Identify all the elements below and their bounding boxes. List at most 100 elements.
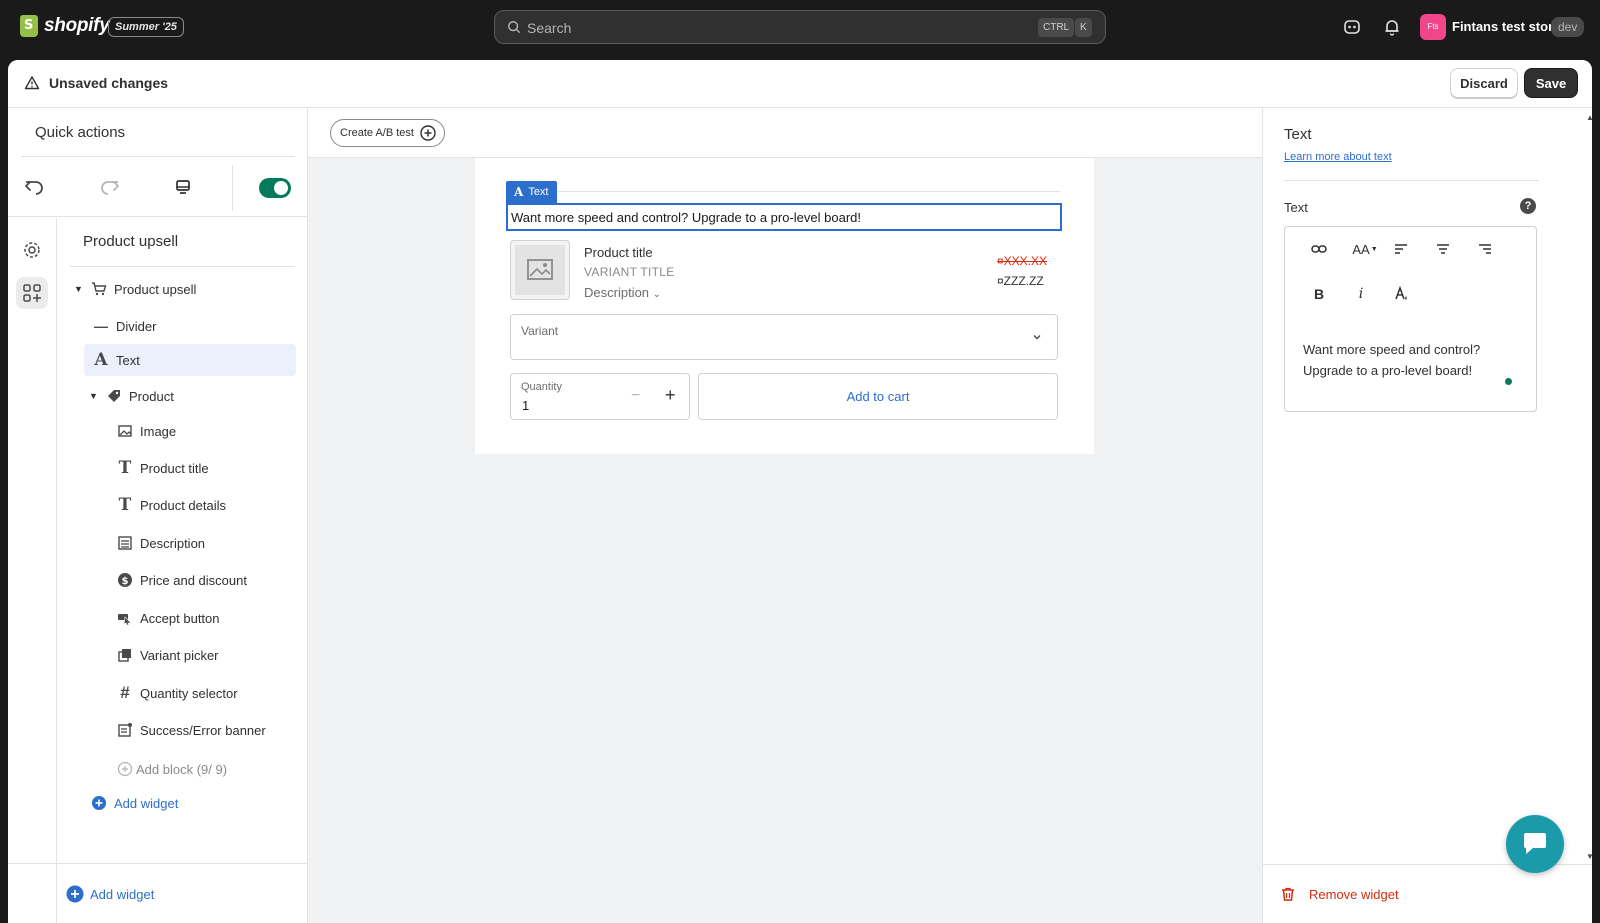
editor-line: Want more speed and control?: [1303, 342, 1481, 357]
add-widget-link[interactable]: Add widget: [90, 787, 270, 819]
tree-item-image[interactable]: Image: [116, 415, 296, 447]
tree-item-label: Divider: [116, 318, 157, 334]
trash-icon[interactable]: [1280, 886, 1296, 902]
desktop-preview-icon[interactable]: [171, 175, 195, 199]
link-icon[interactable]: [1306, 236, 1332, 262]
learn-more-link[interactable]: Learn more about text: [1284, 151, 1392, 163]
tree-item-label: Description: [140, 535, 206, 551]
tree-item-product-details[interactable]: T Product details: [116, 489, 296, 521]
selected-block-tag: A Text: [506, 181, 557, 203]
sidekick-icon[interactable]: [1342, 17, 1362, 37]
warning-icon: [24, 76, 40, 90]
redo-icon[interactable]: [98, 175, 122, 199]
add-to-cart-button[interactable]: Add to cart: [698, 373, 1058, 420]
blocks-tab[interactable]: [16, 277, 48, 309]
editor-line: Upgrade to a pro-level board!: [1303, 363, 1473, 378]
help-icon[interactable]: ?: [1520, 198, 1536, 214]
hashtag-icon: #: [120, 683, 130, 702]
discard-button[interactable]: Discard: [1450, 68, 1518, 98]
chat-button[interactable]: [1506, 815, 1564, 873]
variant-icon: [116, 646, 134, 664]
quantity-decrease-button[interactable]: −: [631, 387, 640, 405]
scroll-up-arrow[interactable]: ▲: [1586, 113, 1594, 122]
grammarly-dot-icon[interactable]: [1505, 378, 1512, 385]
chat-icon: [1524, 833, 1546, 854]
add-circle-icon: [90, 794, 108, 812]
editor-content[interactable]: Want more speed and control? Upgrade to …: [1303, 339, 1513, 381]
settings-tab[interactable]: [16, 234, 48, 266]
add-widget-label: Add widget: [90, 886, 155, 902]
description-label: Description: [584, 285, 650, 300]
widget-enabled-toggle[interactable]: [259, 178, 291, 198]
bottom-add-widget-bar: Add widget: [8, 863, 308, 923]
quantity-value[interactable]: 1: [522, 398, 529, 413]
ab-test-label: Create A/B test: [340, 127, 414, 139]
italic-icon[interactable]: i: [1348, 281, 1374, 307]
tree-item-quantity-selector[interactable]: # Quantity selector: [116, 677, 296, 709]
align-center-icon[interactable]: [1430, 236, 1456, 262]
divider: [70, 266, 295, 267]
settings-title: Text: [1284, 126, 1312, 143]
left-sidebar: Quick actions Product upsell ▼ Product u…: [8, 108, 308, 923]
tree-item-label: Product upsell: [114, 281, 197, 297]
scroll-down-arrow[interactable]: ▼: [1586, 852, 1594, 861]
remove-widget-bar: Remove widget: [1263, 864, 1592, 923]
variant-label: Variant: [521, 324, 559, 338]
quantity-stepper: Quantity 1 − +: [510, 373, 690, 420]
caret-down-icon: ▼: [89, 391, 98, 401]
create-ab-test-button[interactable]: Create A/B test: [330, 119, 445, 147]
add-circle-icon: [116, 760, 134, 778]
upsell-text-block[interactable]: Want more speed and control? Upgrade to …: [506, 203, 1062, 231]
tree-item-product-upsell[interactable]: ▼ Product upsell: [74, 273, 296, 305]
shortcut-k: K: [1075, 18, 1092, 37]
bold-icon[interactable]: B: [1306, 281, 1332, 307]
quantity-label: Quantity: [521, 381, 562, 393]
add-circle-icon: [420, 125, 436, 141]
align-left-icon[interactable]: [1388, 236, 1414, 262]
product-image-placeholder: [510, 240, 570, 300]
svg-text:$: $: [122, 576, 129, 587]
shopify-logo[interactable]: shopify: [20, 15, 110, 37]
tree-item-variant-picker[interactable]: Variant picker: [116, 639, 296, 671]
bottom-add-widget-button[interactable]: Add widget: [66, 878, 266, 910]
sale-price: ¤ZZZ.ZZ: [997, 274, 1044, 288]
description-toggle[interactable]: Description ⌄: [584, 285, 661, 300]
undo-icon[interactable]: [22, 175, 46, 199]
caret-down-icon: ▼: [74, 284, 83, 294]
save-button[interactable]: Save: [1524, 68, 1578, 98]
store-name[interactable]: Fintans test store: [1452, 19, 1560, 34]
bell-icon[interactable]: [1382, 17, 1402, 37]
font-size-icon[interactable]: AA ▼: [1348, 236, 1382, 262]
text-color-icon[interactable]: [1388, 281, 1414, 307]
tree-item-product[interactable]: ▼ Product: [89, 380, 296, 412]
align-right-icon[interactable]: [1472, 236, 1498, 262]
remove-widget-button[interactable]: Remove widget: [1309, 887, 1399, 902]
tree-item-price-and-discount[interactable]: $ Price and discount: [116, 564, 296, 596]
edition-badge[interactable]: Summer '25: [108, 17, 184, 37]
tree-item-product-title[interactable]: T Product title: [116, 452, 296, 484]
tree-item-success-error-banner[interactable]: Success/Error banner: [116, 714, 296, 746]
gear-icon: [24, 242, 40, 258]
divider: [232, 165, 233, 211]
editor-frame: Unsaved changes Discard Save Quick actio…: [8, 60, 1592, 923]
tree-item-divider[interactable]: — Divider: [92, 310, 296, 342]
image-placeholder: [515, 245, 565, 295]
text-icon: A: [514, 185, 524, 199]
search-icon: [508, 21, 521, 34]
store-avatar[interactable]: Fts: [1420, 14, 1446, 40]
add-block-button[interactable]: Add block (9/ 9): [116, 753, 296, 785]
tree-item-text[interactable]: A Text: [84, 344, 296, 376]
tree-item-label: Success/Error banner: [140, 722, 266, 738]
quantity-increase-button[interactable]: +: [665, 385, 676, 406]
tree-item-accept-button[interactable]: Accept button: [116, 602, 296, 634]
variant-select[interactable]: Variant: [510, 314, 1058, 360]
widget-preview: A Text Want more speed and control? Upgr…: [475, 158, 1094, 454]
text-field-label: Text: [1284, 200, 1308, 215]
search-input[interactable]: Search CTRL K: [494, 10, 1106, 44]
tag-icon: [105, 387, 123, 405]
divider-icon: —: [94, 318, 108, 334]
banner-icon: [116, 721, 134, 739]
tree-item-description[interactable]: Description: [116, 527, 296, 559]
caret-down-icon: ▼: [1370, 245, 1378, 253]
unsaved-changes-label: Unsaved changes: [49, 75, 169, 91]
